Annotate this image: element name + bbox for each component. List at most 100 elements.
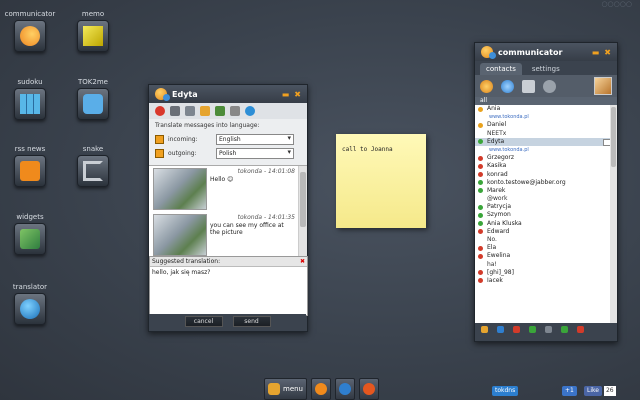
contact-row[interactable]: Edward [475, 228, 617, 236]
status-away-icon [478, 106, 483, 112]
close-icon[interactable]: ✖ [294, 90, 301, 99]
translate-icon[interactable] [245, 106, 255, 116]
taskbar-communicator[interactable] [311, 378, 331, 400]
online-icon[interactable] [529, 325, 536, 333]
outgoing-language-select[interactable]: Polish [216, 148, 294, 159]
sound-icon[interactable] [561, 325, 568, 333]
send-file-icon[interactable] [215, 106, 225, 116]
incoming-language-select[interactable]: English [216, 134, 294, 145]
busy-icon[interactable] [513, 325, 520, 333]
desktop-icon-label: sudoku [17, 78, 43, 86]
tab-settings[interactable]: settings [526, 63, 566, 75]
taskbar-chat[interactable] [335, 378, 355, 400]
desktop-icon-tok2me[interactable]: TOK2me [63, 78, 123, 120]
taskbar-power[interactable] [359, 378, 379, 400]
attached-photo[interactable] [153, 214, 207, 256]
contact-row[interactable]: Kasika [475, 162, 617, 170]
chat-message: tokonda - 14:01:35 you can see my office… [153, 214, 295, 256]
scrollbar-thumb[interactable] [611, 107, 616, 167]
chat-window-titlebar[interactable]: Edyta ▬ ✖ [149, 85, 307, 103]
menu-button[interactable]: menu [264, 378, 307, 400]
status-busy-icon [478, 172, 483, 177]
rss-icon [14, 155, 46, 187]
search-icon[interactable] [543, 79, 556, 93]
chat-icon [339, 383, 351, 395]
status-online-icon [478, 188, 483, 194]
message-time: 14:01:08 [268, 168, 295, 175]
sticky-note[interactable]: call to Joanna [336, 134, 426, 228]
folder-icon[interactable] [200, 106, 210, 116]
message-author: tokonda [237, 168, 263, 175]
camera-icon[interactable] [522, 79, 535, 93]
contact-description: No. [475, 236, 617, 244]
contact-row[interactable]: Marek [475, 187, 617, 195]
contact-row[interactable]: Ela [475, 244, 617, 252]
desktop-icon-label: translator [12, 283, 48, 291]
contact-row[interactable]: konto.testowe@jabber.org [475, 179, 617, 187]
exit-icon[interactable] [577, 325, 584, 333]
contact-row[interactable]: Grzegorz [475, 154, 617, 162]
outgoing-checkbox[interactable] [155, 149, 164, 158]
desktop-icon-communicator[interactable]: communicator [0, 10, 60, 52]
contact-row[interactable]: Edyta [475, 137, 617, 146]
search-icon[interactable] [170, 106, 180, 116]
communicator-title: communicator [498, 47, 563, 57]
desktop-icon-sudoku[interactable]: sudoku [0, 78, 60, 120]
desktop-icon-memo[interactable]: memo [63, 10, 123, 52]
contact-row[interactable]: Szymon [475, 211, 617, 219]
contact-row[interactable]: Ania [475, 105, 617, 113]
message-input[interactable]: hello, jak się masz? [150, 267, 307, 278]
message-scrollbar[interactable] [298, 166, 307, 256]
translate-label: Translate messages into language: [155, 122, 260, 129]
google-plus-button[interactable]: +1 [562, 386, 577, 396]
menu-label: menu [283, 385, 303, 393]
message-text: you can see my office at the picture [210, 222, 284, 236]
desktop-icon-translator[interactable]: translator [0, 283, 60, 325]
contact-row[interactable]: Ania Kluska [475, 220, 617, 228]
settings-icon[interactable] [230, 106, 240, 116]
contact-description-text: www.tokonda.pl [489, 114, 529, 121]
contact-row[interactable]: Ewelina [475, 252, 617, 260]
desktop-icon-snake[interactable]: snake [63, 145, 123, 187]
group-icon[interactable] [501, 79, 514, 93]
message-text: Hello 😊 [210, 176, 234, 183]
contact-scrollbar[interactable] [610, 105, 617, 323]
close-icon[interactable]: ✖ [300, 257, 305, 266]
facebook-like-button[interactable]: Like 26 [584, 386, 616, 396]
desktop-icon-label: widgets [16, 213, 44, 221]
status-icon[interactable] [155, 106, 165, 116]
messages-icon[interactable] [497, 325, 504, 333]
contact-row[interactable]: Iacek [475, 277, 617, 285]
add-contact-icon[interactable] [480, 79, 493, 93]
desktop-icon-rss-news[interactable]: rss news [0, 145, 60, 187]
contact-description: ha! [475, 261, 617, 269]
contact-row[interactable]: Patrycja [475, 203, 617, 211]
user-avatar[interactable] [594, 77, 612, 95]
outgoing-label: outgoing: [168, 150, 197, 157]
contact-row[interactable]: [ghi]_98] [475, 269, 617, 277]
status-busy-icon [478, 270, 483, 276]
tab-contacts[interactable]: contacts [480, 63, 522, 75]
contact-row[interactable]: Daniel [475, 121, 617, 129]
status-away-icon[interactable] [481, 325, 488, 333]
cancel-button[interactable]: cancel [184, 315, 223, 327]
close-icon[interactable]: ✖ [604, 48, 611, 57]
contact-name: Ania Kluska [487, 219, 522, 227]
tokdns-badge[interactable]: tokdns [492, 386, 519, 396]
scrollbar-thumb[interactable] [300, 172, 306, 227]
contact-name: Ania [487, 105, 501, 112]
attached-photo[interactable] [153, 168, 207, 210]
contact-row[interactable]: konrad [475, 171, 617, 179]
suggested-translation-label: Suggested translation: [152, 258, 221, 265]
communicator-titlebar[interactable]: communicator ▬ ✖ [475, 43, 617, 61]
minimize-icon[interactable]: ▬ [592, 48, 600, 57]
minimize-icon[interactable]: ▬ [282, 90, 290, 99]
desktop-icon-label: rss news [14, 145, 46, 153]
incoming-checkbox[interactable] [155, 135, 164, 144]
send-button[interactable]: send [232, 315, 271, 327]
contact-group-header[interactable]: all [475, 97, 617, 105]
options-icon[interactable] [545, 325, 552, 333]
desktop-icon-widgets[interactable]: widgets [0, 213, 60, 255]
contact-description: www.tokonda.pl [475, 113, 617, 121]
history-icon[interactable] [185, 106, 195, 116]
